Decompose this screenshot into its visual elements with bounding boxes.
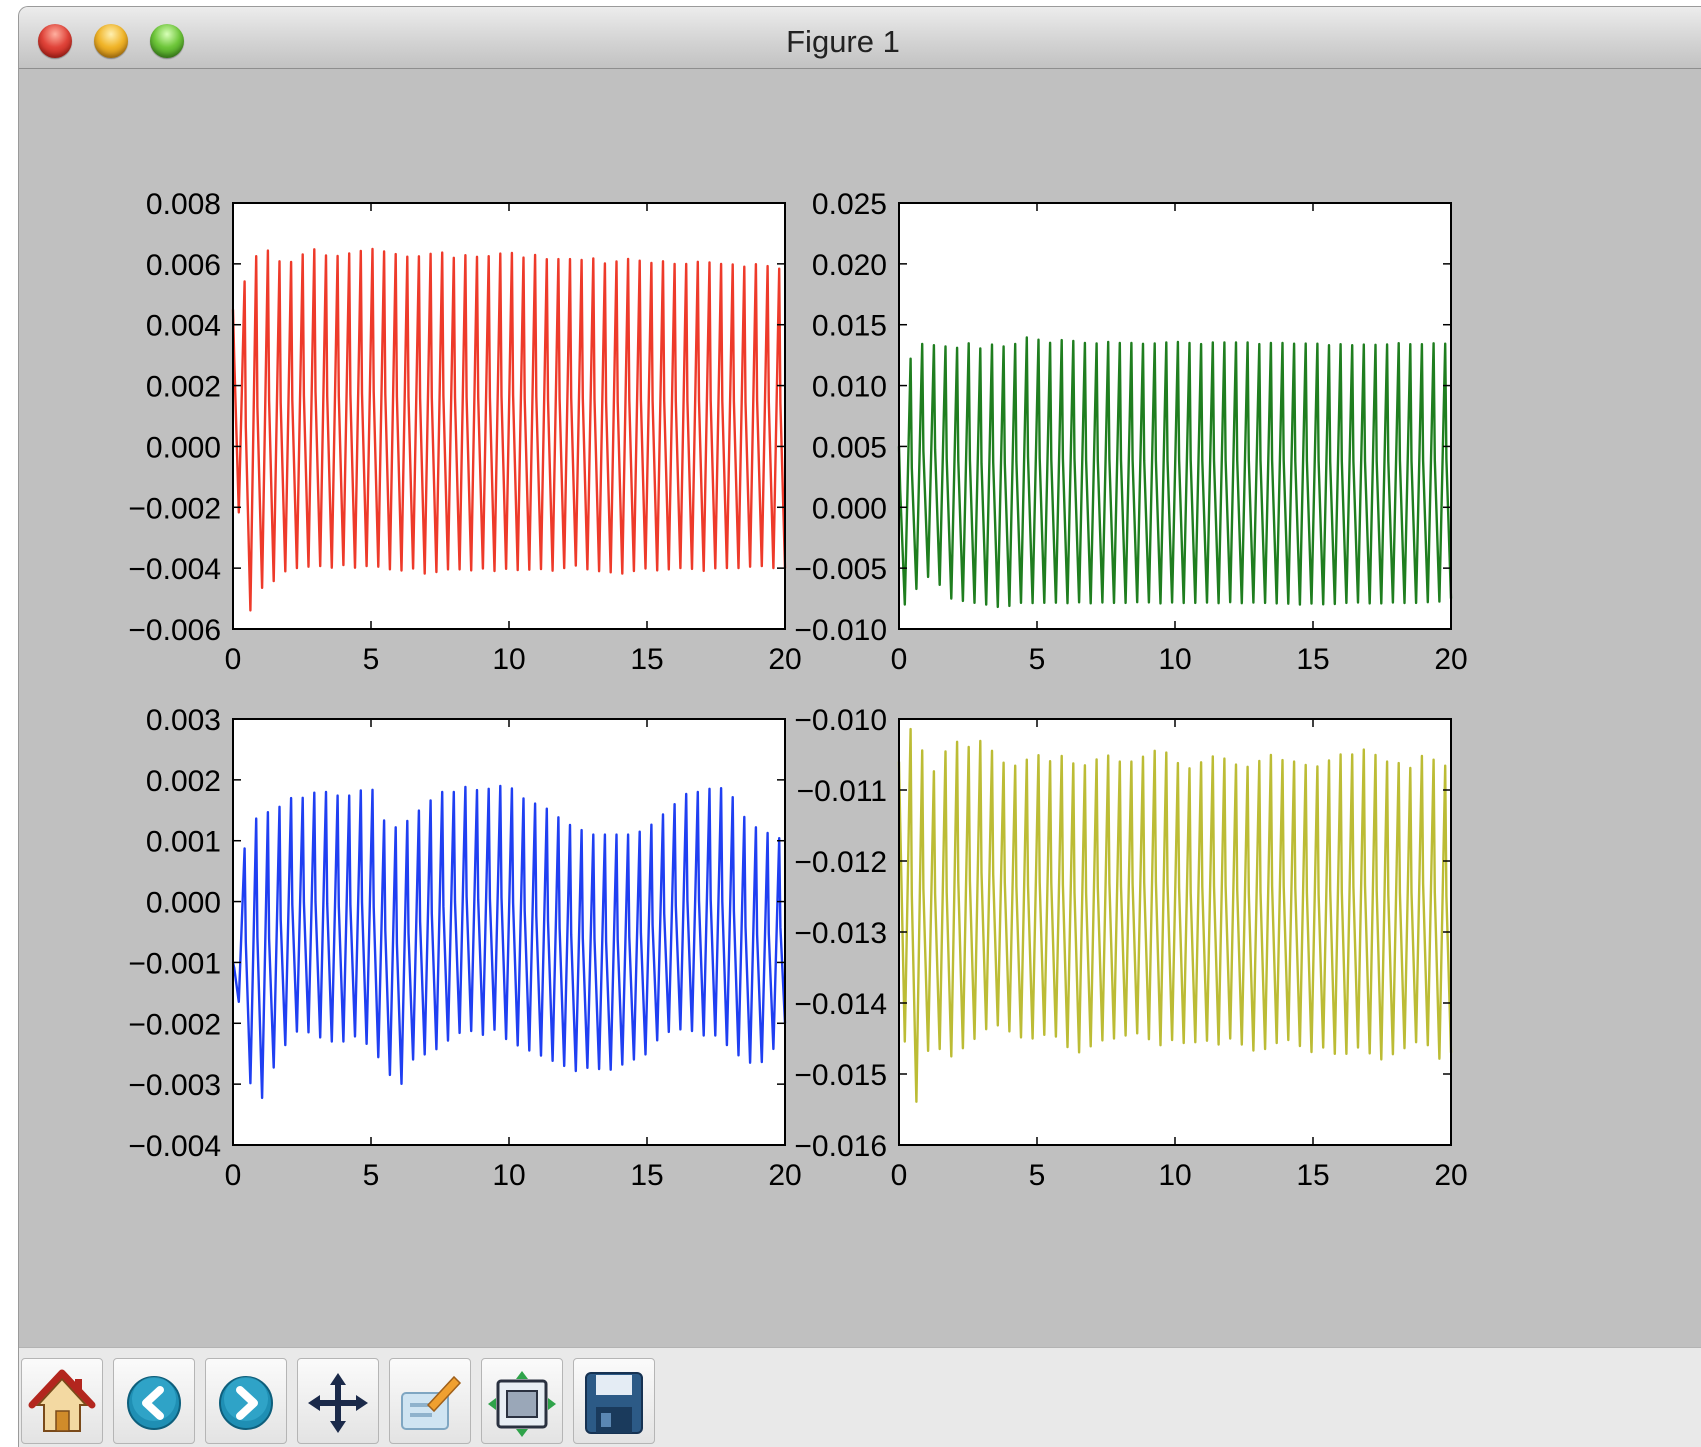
y-tick-label: −0.004 bbox=[128, 1130, 221, 1163]
y-tick-label: 0.025 bbox=[812, 188, 887, 221]
pan-button[interactable] bbox=[297, 1358, 379, 1444]
y-tick-label: −0.002 bbox=[128, 1008, 221, 1041]
forward-button[interactable] bbox=[205, 1358, 287, 1444]
configure-subplots-button[interactable] bbox=[481, 1358, 563, 1444]
x-tick-label: 0 bbox=[225, 1159, 242, 1192]
x-tick-label: 0 bbox=[891, 643, 908, 676]
y-tick-label: 0.020 bbox=[812, 249, 887, 282]
y-tick-label: 0.003 bbox=[146, 704, 221, 737]
forward-arrow-icon bbox=[219, 1376, 273, 1430]
x-tick-label: 10 bbox=[1158, 643, 1191, 676]
y-tick-label: −0.006 bbox=[128, 614, 221, 647]
title-bar[interactable]: Figure 1 bbox=[19, 7, 1701, 69]
x-tick-label: 5 bbox=[363, 1159, 380, 1192]
subplot-1: 0 5 10 15 20 −0.006 −0.004 −0.002 0.000 0.002 0.00… bbox=[128, 188, 801, 676]
y-tick-label: 0.006 bbox=[146, 249, 221, 282]
y-tick-label: 0.002 bbox=[146, 371, 221, 404]
x-tick-label: 20 bbox=[1434, 643, 1467, 676]
window-title: Figure 1 bbox=[786, 24, 900, 59]
y-tick-label: −0.014 bbox=[794, 988, 887, 1021]
y-tick-label: −0.015 bbox=[794, 1059, 887, 1092]
zoom-rectangle-icon bbox=[401, 1375, 462, 1430]
navigation-toolbar bbox=[19, 1347, 1701, 1447]
figure-canvas: 0 5 10 15 20 −0.006 −0.004 −0.002 0.000 0.002 0.00… bbox=[128, 188, 1467, 1192]
x-tick-label: 15 bbox=[630, 643, 663, 676]
y-tick-label: −0.013 bbox=[794, 917, 887, 950]
y-tick-label: −0.016 bbox=[794, 1130, 887, 1163]
floppy-disk-icon bbox=[585, 1372, 643, 1434]
x-tick-label: 5 bbox=[1029, 643, 1046, 676]
x-tick-label: 20 bbox=[768, 643, 801, 676]
back-arrow-icon bbox=[127, 1376, 181, 1430]
y-tick-label: 0.008 bbox=[146, 188, 221, 221]
subplots-icon bbox=[488, 1371, 556, 1437]
x-tick-label: 10 bbox=[1158, 1159, 1191, 1192]
x-tick-label: 5 bbox=[1029, 1159, 1046, 1192]
y-tick-label: 0.002 bbox=[146, 765, 221, 798]
back-button[interactable] bbox=[113, 1358, 195, 1444]
pan-arrows-icon bbox=[308, 1373, 368, 1433]
y-tick-label: 0.015 bbox=[812, 310, 887, 343]
y-tick-label: −0.011 bbox=[797, 775, 887, 808]
y-tick-label: −0.012 bbox=[794, 846, 887, 879]
x-tick-label: 15 bbox=[1296, 1159, 1329, 1192]
x-tick-label: 20 bbox=[768, 1159, 801, 1192]
y-tick-label: −0.003 bbox=[128, 1069, 221, 1102]
x-tick-label: 15 bbox=[630, 1159, 663, 1192]
figure-window: Figure 1 0 5 10 15 20 −0.006 −0.004 −0.002 0.000… bbox=[18, 6, 1701, 1447]
x-tick-label: 0 bbox=[225, 643, 242, 676]
y-tick-label: 0.005 bbox=[812, 431, 887, 464]
y-tick-label: 0.000 bbox=[146, 887, 221, 920]
y-tick-label: 0.010 bbox=[812, 371, 887, 404]
subplot-3: 0 5 10 15 20 −0.004 −0.003 −0.002 −0.001 0.000 0.0… bbox=[128, 704, 801, 1192]
y-tick-label: −0.004 bbox=[128, 553, 221, 586]
subplot-4: 0 5 10 15 20 −0.016 −0.015 −0.014 −0.013 −0.012 −0… bbox=[794, 704, 1467, 1192]
y-tick-label: −0.001 bbox=[128, 947, 221, 980]
x-tick-label: 10 bbox=[492, 643, 525, 676]
y-tick-label: −0.010 bbox=[794, 614, 887, 647]
subplot-2: 0 5 10 15 20 −0.010 −0.005 0.000 0.005 0.010 0.015… bbox=[794, 188, 1467, 676]
y-tick-label: 0.000 bbox=[146, 431, 221, 464]
x-tick-label: 10 bbox=[492, 1159, 525, 1192]
y-tick-label: −0.005 bbox=[794, 553, 887, 586]
zoom-button[interactable] bbox=[389, 1358, 471, 1444]
y-tick-label: −0.002 bbox=[128, 492, 221, 525]
home-button[interactable] bbox=[21, 1358, 103, 1444]
x-tick-label: 20 bbox=[1434, 1159, 1467, 1192]
y-tick-label: −0.010 bbox=[794, 704, 887, 737]
y-tick-label: 0.001 bbox=[146, 826, 221, 859]
y-tick-label: 0.000 bbox=[812, 492, 887, 525]
y-tick-label: 0.004 bbox=[146, 310, 221, 343]
x-tick-label: 15 bbox=[1296, 643, 1329, 676]
x-tick-label: 0 bbox=[891, 1159, 908, 1192]
save-button[interactable] bbox=[573, 1358, 655, 1444]
x-tick-label: 5 bbox=[363, 643, 380, 676]
home-icon bbox=[28, 1369, 96, 1432]
